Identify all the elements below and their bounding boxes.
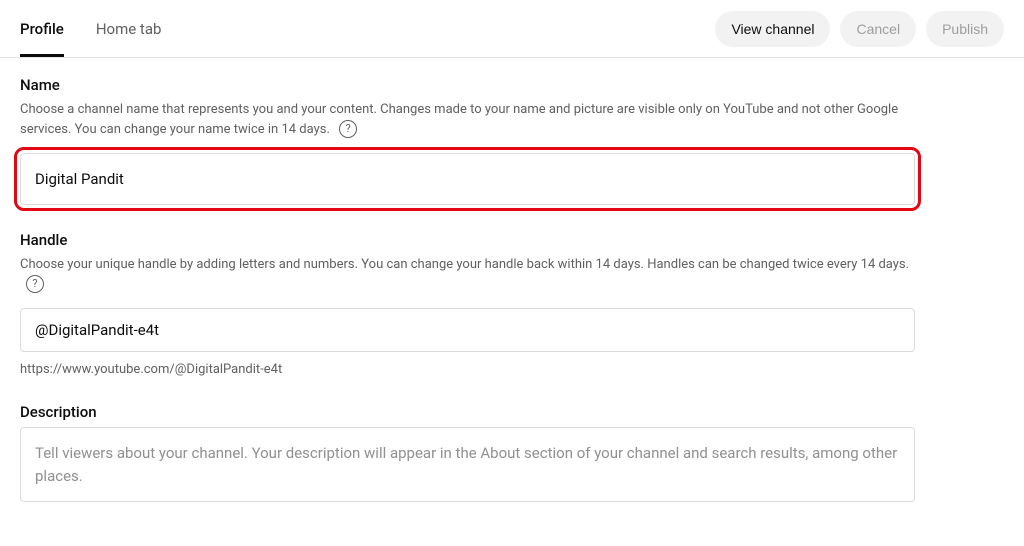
tab-profile[interactable]: Profile [20,0,64,57]
handle-section: Handle Choose your unique handle by addi… [20,231,1004,377]
tabs: Profile Home tab [20,0,161,57]
name-title: Name [20,76,1004,94]
topbar: Profile Home tab View channel Cancel Pub… [0,0,1024,58]
name-input[interactable]: Digital Pandit [20,153,915,205]
view-channel-button[interactable]: View channel [715,11,830,47]
description-section: Description Tell viewers about your chan… [20,403,1004,502]
handle-desc-text: Choose your unique handle by adding lett… [20,257,909,272]
cancel-label: Cancel [856,21,900,37]
action-buttons: View channel Cancel Publish [715,11,1004,47]
handle-title: Handle [20,231,1004,249]
name-section: Name Choose a channel name that represen… [20,76,1004,205]
name-desc: Choose a channel name that represents yo… [20,100,920,139]
description-placeholder: Tell viewers about your channel. Your de… [35,444,897,485]
help-icon[interactable]: ? [26,275,44,293]
publish-label: Publish [942,21,988,37]
handle-desc: Choose your unique handle by adding lett… [20,255,920,294]
content: Name Choose a channel name that represen… [0,58,1024,546]
publish-button[interactable]: Publish [926,11,1004,47]
handle-input[interactable]: @DigitalPandit-e4t [20,308,915,352]
tab-home[interactable]: Home tab [96,0,162,57]
handle-url: https://www.youtube.com/@DigitalPandit-e… [20,362,1004,377]
description-title: Description [20,403,1004,421]
name-desc-text: Choose a channel name that represents yo… [20,102,898,137]
tab-profile-label: Profile [20,20,64,38]
description-textarea[interactable]: Tell viewers about your channel. Your de… [20,427,915,502]
name-input-value: Digital Pandit [35,170,124,188]
view-channel-label: View channel [731,21,814,37]
tab-home-label: Home tab [96,20,162,38]
cancel-button[interactable]: Cancel [840,11,916,47]
help-icon[interactable]: ? [339,120,357,138]
handle-input-value: @DigitalPandit-e4t [35,321,159,339]
